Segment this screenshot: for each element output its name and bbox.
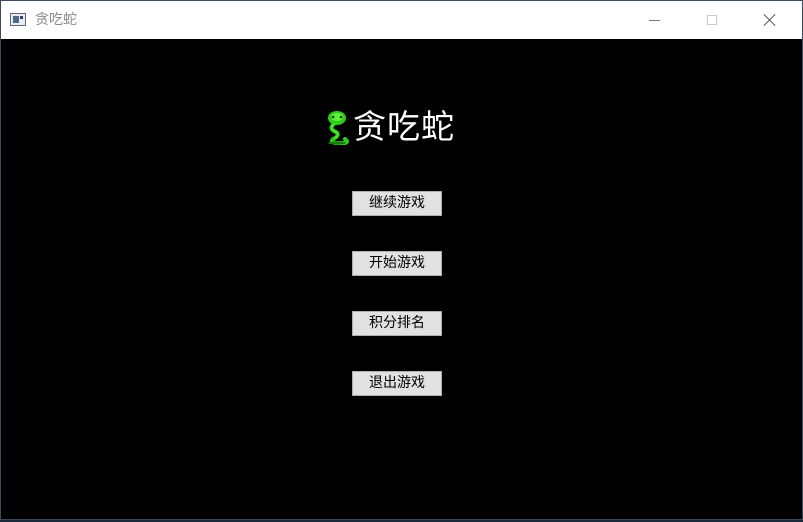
game-title-text: 贪吃蛇 <box>353 107 455 146</box>
game-menu-area: 贪吃蛇 继续游戏 开始游戏 积分排名 退出游戏 <box>1 39 802 519</box>
app-window-icon <box>10 13 26 26</box>
score-ranking-button[interactable]: 积分排名 <box>352 311 442 336</box>
window-title: 贪吃蛇 <box>35 12 77 28</box>
title-bar[interactable]: 贪吃蛇 <box>1 1 802 39</box>
app-window: 贪吃蛇 贪吃蛇 继续游戏 开始游戏 积分排名 退出游戏 <box>0 0 803 520</box>
snake-icon <box>328 111 349 145</box>
maximize-icon <box>707 15 717 25</box>
close-button[interactable] <box>741 1 799 39</box>
maximize-button[interactable] <box>683 1 741 39</box>
close-icon <box>763 13 777 27</box>
continue-game-button[interactable]: 继续游戏 <box>352 191 442 216</box>
start-game-button[interactable]: 开始游戏 <box>352 251 442 276</box>
minimize-button[interactable] <box>625 1 683 39</box>
exit-game-button[interactable]: 退出游戏 <box>352 371 442 396</box>
minimize-icon <box>648 19 660 21</box>
game-title: 贪吃蛇 <box>323 107 455 147</box>
